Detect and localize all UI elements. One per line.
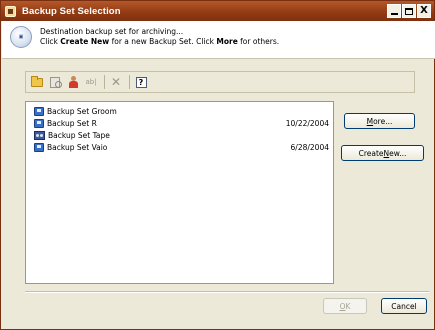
backup-set-list[interactable]: Backup Set Groom Backup Set R 10/22/2004… xyxy=(25,101,334,284)
help-icon: ? xyxy=(135,76,147,88)
backup-set-name: Backup Set Vaio xyxy=(47,143,108,152)
delete-button[interactable]: ✕ xyxy=(109,75,123,89)
header-instruction: Destination backup set for archiving... xyxy=(40,27,184,36)
properties-icon xyxy=(50,76,62,88)
disk-icon xyxy=(34,107,44,116)
rename-icon: ab| xyxy=(85,78,97,86)
close-icon: X xyxy=(420,5,428,16)
help-button[interactable]: ? xyxy=(134,75,148,89)
list-item[interactable]: Backup Set R 10/22/2004 xyxy=(34,118,329,129)
list-item[interactable]: Backup Set Tape xyxy=(34,130,329,141)
disk-icon xyxy=(34,119,44,128)
user-icon xyxy=(68,76,78,88)
close-button[interactable]: X xyxy=(417,4,431,18)
list-item[interactable]: Backup Set Groom xyxy=(34,106,329,117)
backup-set-name: Backup Set Groom xyxy=(47,107,117,116)
maximize-icon xyxy=(405,7,413,15)
new-folder-icon xyxy=(31,75,43,87)
divider-highlight xyxy=(25,292,429,293)
list-item[interactable]: Backup Set Vaio 6/28/2004 xyxy=(34,142,329,153)
header-hint: Click Create New for a new Backup Set. C… xyxy=(40,37,280,46)
tape-icon xyxy=(34,131,45,140)
maximize-button[interactable] xyxy=(402,4,416,18)
delete-icon: ✕ xyxy=(110,75,122,89)
properties-button[interactable] xyxy=(48,75,62,89)
backup-disk-icon: ▣ xyxy=(10,26,32,48)
toolbar-separator xyxy=(129,75,130,89)
new-folder-button[interactable] xyxy=(30,75,44,89)
minimize-button[interactable] xyxy=(387,4,401,18)
backup-set-date: 6/28/2004 xyxy=(290,143,329,152)
app-icon xyxy=(5,5,16,17)
rename-button[interactable]: ab| xyxy=(84,75,98,89)
ok-button[interactable]: OK xyxy=(323,298,367,314)
user-button[interactable] xyxy=(66,75,80,89)
toolbar: ab| ✕ ? xyxy=(25,71,415,93)
title-bar[interactable]: Backup Set Selection X xyxy=(1,1,434,21)
backup-set-date: 10/22/2004 xyxy=(285,119,329,128)
create-new-button[interactable]: Create New... xyxy=(341,145,424,161)
minimize-icon xyxy=(390,13,398,15)
toolbar-separator xyxy=(104,75,105,89)
cancel-button[interactable]: Cancel xyxy=(381,298,427,314)
window-controls: X xyxy=(387,4,431,18)
window-title: Backup Set Selection xyxy=(22,5,121,17)
dialog-header: ▣ Destination backup set for archiving..… xyxy=(2,21,435,59)
disk-icon xyxy=(34,143,44,152)
backup-set-name: Backup Set Tape xyxy=(48,131,110,140)
more-button[interactable]: More... xyxy=(344,113,415,129)
backup-set-name: Backup Set R xyxy=(47,119,97,128)
backup-set-selection-window: Backup Set Selection X ▣ Destination bac… xyxy=(0,0,435,330)
